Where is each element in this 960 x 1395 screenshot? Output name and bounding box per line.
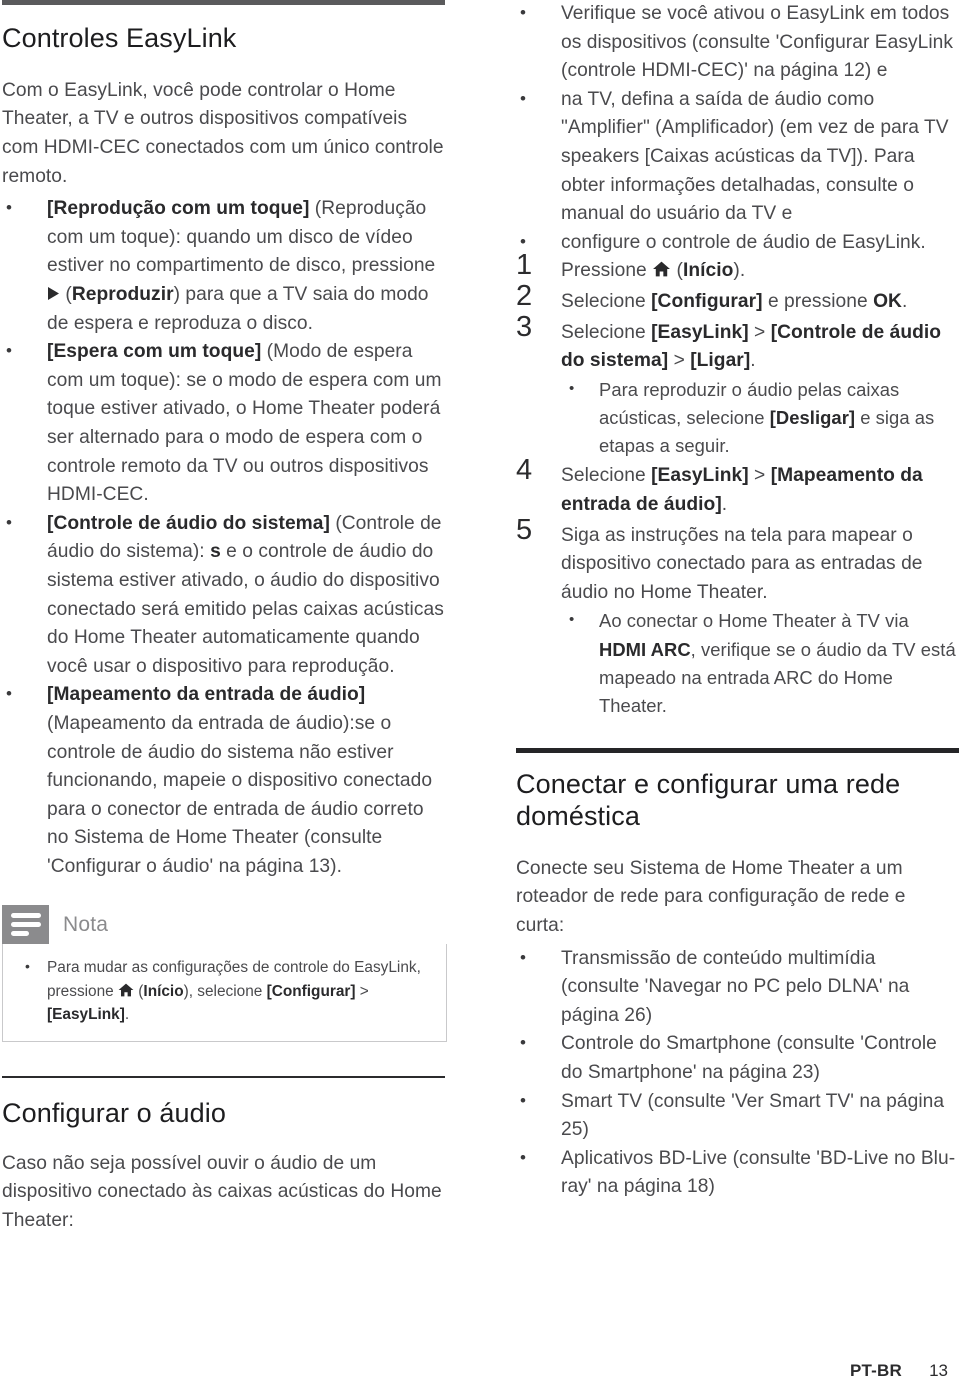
page-title: Controles EasyLink <box>2 23 237 53</box>
step-number: 4 <box>516 454 533 487</box>
note-text-part4: > <box>355 982 369 1000</box>
step-5: 5 Siga as instruções na tela para mapear … <box>516 515 959 721</box>
step-bold-inicio: Início <box>682 260 734 282</box>
step-bold-ligar: [Ligar] <box>690 350 751 372</box>
footer-language: PT-BR <box>850 1361 902 1380</box>
manual-page: Controles EasyLink Com o EasyLink, você … <box>0 0 960 1395</box>
step-text-part1: Pressione <box>561 260 653 282</box>
list-item: [Reprodução com um toque] (Reprodução co… <box>2 194 445 338</box>
note-lines-icon <box>2 905 49 945</box>
list-item: [Mapeamento da entrada de áudio] (Mapeam… <box>2 680 445 881</box>
step-2: 2 Selecione [Configurar] e pressione OK. <box>516 281 959 317</box>
list-item: na TV, defina a saída de áudio como "Amp… <box>516 85 959 229</box>
feature-name-audio-control: [Controle de áudio do sistema] <box>47 512 330 534</box>
step-text-part3: > <box>668 350 691 372</box>
play-icon <box>47 286 60 301</box>
list-item: configure o controle de áudio de EasyLin… <box>516 228 959 258</box>
step-bold-configurar: [Configurar] <box>651 290 763 312</box>
note-bold-inicio: Início <box>143 982 184 1000</box>
note-text-part2: ( <box>134 982 144 1000</box>
step-1: 1 Pressione (Início). <box>516 251 959 286</box>
section-intro: Caso não seja possível ouvir o áudio de … <box>2 1152 442 1232</box>
step-number: 3 <box>516 310 533 343</box>
page-footer: PT-BR 13 <box>0 1361 948 1381</box>
numbered-steps: 1 Pressione (Início). 2 Selecione [Configu… <box>516 251 959 721</box>
substep-text-part1: Ao conectar o Home Theater à TV via <box>599 610 909 632</box>
section-rule-top <box>2 0 445 5</box>
step-text-part2: > <box>748 465 771 487</box>
feature-text-cont: ( <box>60 284 72 306</box>
note-header: Nota <box>2 905 445 945</box>
step-3: 3 Selecione [EasyLink] > [Controle de áud… <box>516 312 959 461</box>
step-number: 2 <box>516 279 533 312</box>
list-item: Verifique se você ativou o EasyLink em t… <box>516 0 959 86</box>
step-text-part2: ( <box>671 260 683 282</box>
right-column: Verifique se você ativou o EasyLink em t… <box>516 0 959 1202</box>
network-features-list: Transmissão de conteúdo multimídia (cons… <box>516 944 959 1202</box>
step-3-sublist: Para reproduzir o áudio pelas caixas acú… <box>561 375 959 461</box>
list-item: Smart TV (consulte 'Ver Smart TV' na pág… <box>516 1087 959 1145</box>
feature-name-playback: [Reprodução com um toque] <box>47 198 310 220</box>
note-body: Para mudar as configurações de controle … <box>2 944 447 1042</box>
footer-page-number: 13 <box>929 1361 948 1380</box>
step-text-part1: Selecione <box>561 465 652 487</box>
feature-name-standby: [Espera com um toque] <box>47 341 262 363</box>
list-item: Para reproduzir o áudio pelas caixas acú… <box>561 375 959 461</box>
step-text-part3: . <box>901 290 908 312</box>
substep-bold-desligar: [Desligar] <box>769 406 856 428</box>
feature-button-reproduzir: Reproduzir <box>71 284 174 306</box>
list-item: [Controle de áudio do sistema] (Controle… <box>2 509 445 682</box>
feature-name-audio-mapping: [Mapeamento da entrada de áudio] <box>47 684 366 706</box>
step-bold-easylink: [EasyLink] <box>651 321 749 343</box>
step-number: 5 <box>516 513 533 546</box>
note-box: Nota Para mudar as configurações de cont… <box>2 905 447 1042</box>
note-text-part5: . <box>124 1006 130 1024</box>
step-bold-ok: OK <box>873 290 902 312</box>
step-text-part1: Selecione <box>561 321 652 343</box>
list-item: [Espera com um toque] (Modo de espera co… <box>2 337 445 510</box>
section-title-configurar-audio: Configurar o áudio <box>2 1097 226 1128</box>
list-item: Controle do Smartphone (consulte 'Contro… <box>516 1029 959 1087</box>
substep-bold-hdmi-arc: HDMI ARC <box>599 638 691 660</box>
list-item: Transmissão de conteúdo multimídia (cons… <box>516 944 959 1031</box>
left-column: Controles EasyLink Com o EasyLink, você … <box>2 0 447 1240</box>
feature-text: (Mapeamento da entrada de áudio):se o co… <box>47 712 433 877</box>
note-bold-easylink: [EasyLink] <box>47 1006 125 1024</box>
step-text-part1: Selecione <box>561 290 652 312</box>
prerequisite-list: Verifique se você ativou o EasyLink em t… <box>516 0 959 257</box>
section-intro: Conecte seu Sistema de Home Theater a um… <box>516 857 906 937</box>
easylink-feature-list: [Reprodução com um toque] (Reprodução co… <box>2 194 445 881</box>
step-bold-easylink: [EasyLink] <box>651 465 749 487</box>
note-list: Para mudar as configurações de controle … <box>17 955 432 1027</box>
step-number: 1 <box>516 249 533 282</box>
step-text-part3: ). <box>733 260 746 282</box>
step-5-sublist: Ao conectar o Home Theater à TV via HDMI… <box>561 606 959 720</box>
home-icon <box>118 983 134 997</box>
step-text-part1: Siga as instruções na tela para mapear o… <box>561 524 923 603</box>
step-text-part2: > <box>748 321 771 343</box>
feature-text: (Modo de espera com um toque): se o modo… <box>47 341 442 506</box>
note-title: Nota <box>63 912 109 936</box>
step-4: 4 Selecione [EasyLink] > [Mapeamento da e… <box>516 456 959 519</box>
note-text-part3: ), selecione <box>183 982 267 1000</box>
note-bold-configurar: [Configurar] <box>266 982 356 1000</box>
intro-paragraph: Com o EasyLink, você pode controlar o Ho… <box>2 79 444 187</box>
section-title-rede-domestica: Conectar e configurar uma rede doméstica <box>516 769 901 831</box>
list-item: Aplicativos BD-Live (consulte 'BD-Live n… <box>516 1144 959 1202</box>
step-text-part4: . <box>750 350 756 372</box>
step-text-part3: . <box>721 493 728 515</box>
feature-text-emphasis: s <box>210 541 221 563</box>
list-item: Para mudar as configurações de controle … <box>17 955 432 1027</box>
step-text-part2: e pressione <box>762 290 874 312</box>
list-item: Ao conectar o Home Theater à TV via HDMI… <box>561 606 959 720</box>
home-icon <box>652 261 671 277</box>
